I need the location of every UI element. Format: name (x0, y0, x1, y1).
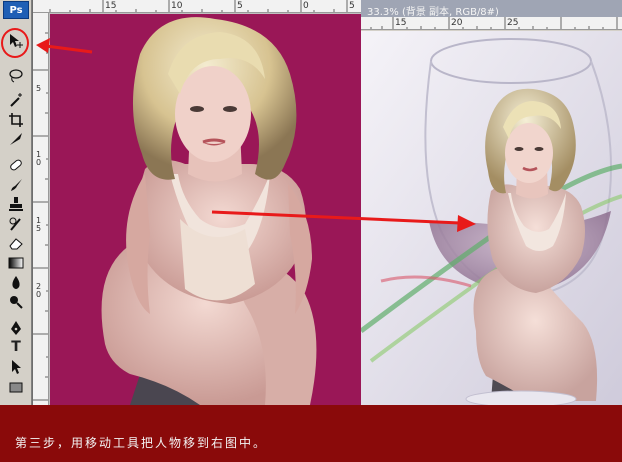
left-document-window: 15 10 5 0 5 5 1 0 1 5 2 0 (33, 0, 392, 405)
ruler-tick: 15 (395, 18, 407, 28)
photoshop-logo: Ps (3, 1, 29, 19)
ruler-tick: 25 (507, 18, 519, 28)
gradient-icon[interactable] (8, 255, 24, 271)
stamp-icon[interactable] (8, 196, 24, 212)
horizontal-ruler: 15 10 5 0 5 (33, 0, 362, 13)
arrow-icon[interactable] (8, 359, 24, 375)
ruler-tick: 15 (105, 1, 117, 11)
move-tool-highlight-circle (1, 28, 29, 58)
bandage-icon[interactable] (8, 157, 24, 173)
caption-bar: 第三步，用移动工具把人物移到右图中。 (0, 405, 622, 462)
photoshop-workspace: Ps T 15 10 5 0 5 5 1 0 1 5 2 0 33.3% (背景… (0, 0, 622, 462)
ruler-tick: 20 (451, 18, 463, 28)
drop-icon[interactable] (8, 275, 24, 291)
ruler-tick: 1 0 (36, 150, 42, 167)
crop-icon[interactable] (8, 112, 24, 128)
magic-wand-icon[interactable] (8, 92, 24, 108)
left-canvas[interactable] (50, 14, 362, 405)
eraser-icon[interactable] (8, 235, 24, 251)
brush-icon[interactable] (8, 177, 24, 193)
toolbox-panel: Ps T (0, 0, 32, 405)
ruler-tick: 5 (237, 1, 243, 11)
type-icon[interactable]: T (8, 339, 24, 355)
dodge-icon[interactable] (8, 294, 24, 310)
ruler-tick: 0 (303, 1, 309, 11)
vertical-ruler: 5 1 0 1 5 2 0 (33, 13, 49, 405)
ruler-tick: 2 0 (36, 282, 42, 299)
slice-icon[interactable] (8, 131, 24, 147)
horizontal-ruler: 15 20 25 (361, 17, 622, 30)
history-brush-icon[interactable] (8, 216, 24, 232)
ruler-tick: 5 (349, 1, 355, 11)
document-title-bar[interactable]: 33.3% (背景 副本, RGB/8#) (361, 0, 622, 18)
pen-icon[interactable] (8, 320, 24, 336)
ruler-tick: 1 5 (36, 216, 42, 233)
ruler-tick: 10 (171, 1, 183, 11)
wine-glass-photo (361, 31, 622, 405)
right-document-window: 33.3% (背景 副本, RGB/8#) 15 20 25 (361, 0, 622, 405)
rectangle-icon[interactable] (8, 379, 24, 395)
lasso-icon[interactable] (8, 68, 24, 84)
step-caption: 第三步，用移动工具把人物移到右图中。 (15, 436, 268, 450)
ruler-tick: 5 (36, 84, 42, 93)
right-canvas[interactable] (361, 31, 622, 405)
woman-photo (101, 17, 317, 405)
